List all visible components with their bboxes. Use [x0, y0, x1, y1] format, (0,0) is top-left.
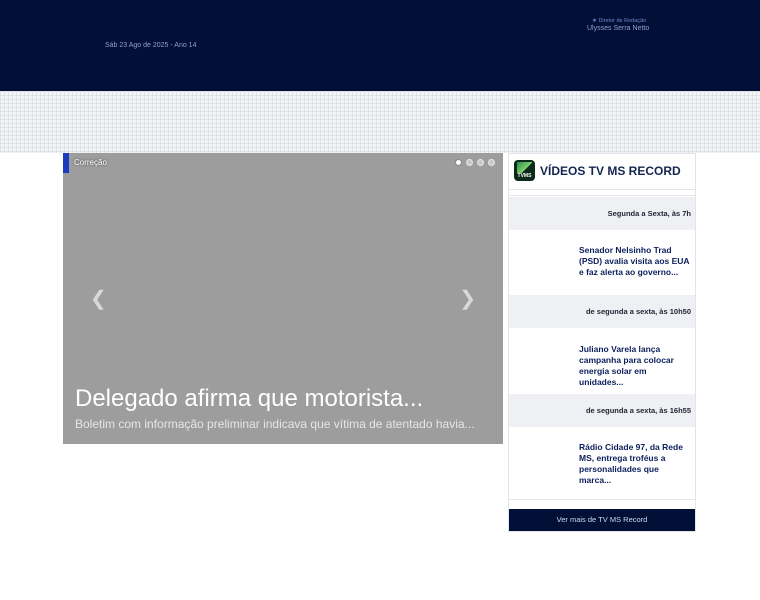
video-item-title[interactable]: Senador Nelsinho Trad (PSD) avalia visit…	[579, 245, 693, 278]
news-slider[interactable]: Correção ❮ ❯ Delegado afirma que motoris…	[63, 153, 503, 444]
tvms-logo: TVMS	[514, 160, 535, 181]
site-header: Sáb 23 Ago de 2025 - Ano 14 ★ Diretor de…	[0, 0, 760, 91]
pattern-banner	[0, 91, 760, 153]
videos-panel-title: VÍDEOS TV MS RECORD	[540, 164, 681, 178]
schedule-text: de segunda a sexta, às 10h50	[585, 307, 691, 316]
director-name[interactable]: Ulysses Serra Netto	[587, 25, 649, 32]
video-item-title[interactable]: Juliano Varela lança campanha para coloc…	[579, 344, 693, 388]
director-label: ★ Diretor de Redação	[592, 18, 647, 24]
slider-dots	[455, 159, 495, 166]
slide-headline[interactable]: Delegado afirma que motorista...	[75, 385, 423, 413]
more-videos-button[interactable]: Ver mais de TV MS Record	[509, 509, 695, 531]
category-accent	[63, 153, 69, 173]
videos-panel-header: TVMS VÍDEOS TV MS RECORD	[509, 154, 695, 190]
chevron-right-icon[interactable]: ❯	[459, 289, 476, 309]
slide-summary[interactable]: Boletim com informação preliminar indica…	[75, 417, 475, 431]
schedule-band: Segunda a Sexta, às 7h	[509, 197, 695, 230]
chevron-left-icon[interactable]: ❮	[90, 289, 107, 309]
slider-dot[interactable]	[455, 159, 462, 166]
schedule-text: Segunda a Sexta, às 7h	[607, 209, 691, 218]
header-date: Sáb 23 Ago de 2025 - Ano 14	[105, 42, 197, 49]
schedule-band: de segunda a sexta, às 16h55	[509, 394, 695, 427]
slider-dot[interactable]	[477, 159, 484, 166]
divider	[509, 499, 695, 500]
videos-panel: TVMS VÍDEOS TV MS RECORD Segunda a Sexta…	[508, 153, 696, 532]
slider-dot[interactable]	[466, 159, 473, 166]
video-item-title[interactable]: Rádio Cidade 97, da Rede MS, entrega tro…	[579, 442, 693, 486]
divider	[509, 195, 695, 196]
schedule-text: de segunda a sexta, às 16h55	[585, 406, 691, 415]
schedule-band: de segunda a sexta, às 10h50	[509, 295, 695, 328]
slider-dot[interactable]	[488, 159, 495, 166]
slide-category[interactable]: Correção	[74, 158, 107, 167]
